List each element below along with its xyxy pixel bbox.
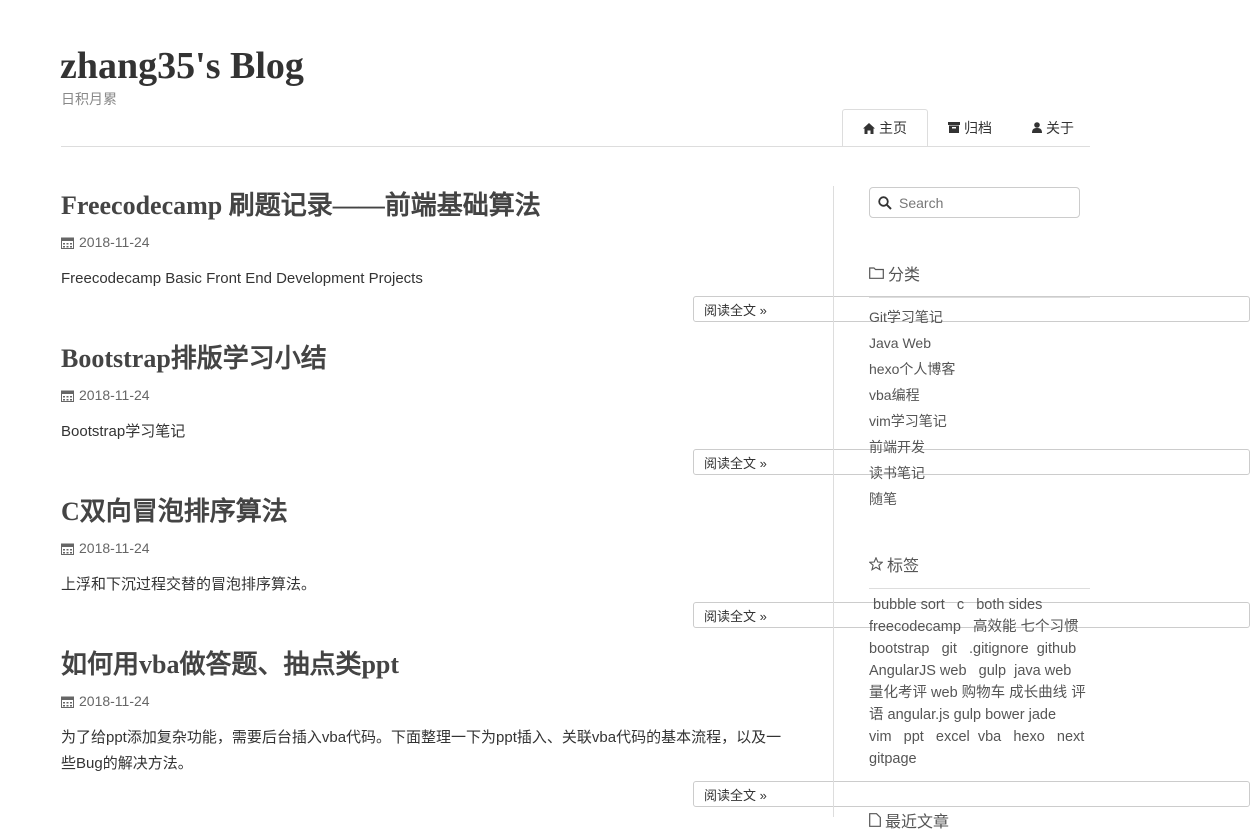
post-excerpt: 为了给ppt添加复杂功能，需要后台插入vba代码。下面整理一下为ppt插入、关联… [61, 729, 782, 772]
post-title[interactable]: C双向冒泡排序算法 [61, 496, 783, 528]
main-nav: 主页 归档 关于 [842, 109, 1094, 147]
post-excerpt: 上浮和下沉过程交替的冒泡排序算法。 [61, 576, 317, 593]
tag-link[interactable]: bubble sort [873, 597, 945, 613]
tab-about[interactable]: 关于 [1012, 109, 1094, 146]
tag-link[interactable]: both sides [976, 597, 1042, 613]
tag-link[interactable]: 高效能 七个习惯 [973, 619, 1079, 635]
tag-link[interactable]: freecodecamp [869, 619, 961, 635]
categories-heading-text: 分类 [888, 267, 921, 284]
folder-icon [869, 267, 884, 279]
search-box [869, 187, 1080, 218]
tag-link[interactable]: 量化考评 web 购物车 成长曲线 评语 angular.js gulp bow… [869, 685, 1086, 723]
category-item[interactable]: 随笔 [869, 487, 955, 513]
tag-link[interactable]: vba [978, 729, 1001, 745]
site-subtitle: 日积月累 [61, 91, 117, 107]
category-list: Git学习笔记 Java Web hexo个人博客 vba编程 vim学习笔记 … [869, 305, 955, 513]
tab-archive[interactable]: 归档 [928, 109, 1012, 146]
post-date: 2018-11-24 [61, 540, 783, 556]
recent-posts-heading-text: 最近文章 [885, 814, 950, 831]
tag-link[interactable]: java web [1014, 663, 1071, 679]
post-date: 2018-11-24 [61, 387, 783, 403]
category-item[interactable]: Git学习笔记 [869, 305, 955, 331]
tag-link[interactable]: hexo [1013, 729, 1044, 745]
calendar-icon [61, 390, 74, 402]
post-date: 2018-11-24 [61, 693, 783, 709]
post-item: C双向冒泡排序算法 2018-11-24 上浮和下沉过程交替的冒泡排序算法。 [61, 496, 783, 598]
category-item[interactable]: vba编程 [869, 383, 955, 409]
archive-icon [948, 122, 960, 133]
calendar-icon [61, 237, 74, 249]
read-more-button[interactable]: 阅读全文 » [693, 449, 1250, 475]
home-icon [863, 122, 875, 134]
calendar-icon [61, 696, 74, 708]
header-divider [61, 146, 1090, 147]
tags-heading-text: 标签 [887, 558, 920, 575]
tab-home-label: 主页 [879, 120, 907, 136]
post-date-text: 2018-11-24 [79, 540, 150, 556]
tag-link[interactable]: git [942, 641, 957, 657]
read-more-button[interactable]: 阅读全文 » [693, 781, 1250, 807]
post-excerpt: Freecodecamp Basic Front End Development… [61, 270, 423, 287]
categories-heading: 分类 [869, 261, 1090, 298]
read-more-button[interactable]: 阅读全文 » [693, 296, 1250, 322]
category-item[interactable]: Java Web [869, 331, 955, 357]
post-item: 如何用vba做答题、抽点类ppt 2018-11-24 为了给ppt添加复杂功能… [61, 649, 783, 777]
post-date-text: 2018-11-24 [79, 693, 150, 709]
search-input[interactable] [899, 194, 1069, 211]
post-date: 2018-11-24 [61, 234, 783, 250]
tag-link[interactable]: ppt [904, 729, 924, 745]
tab-home[interactable]: 主页 [842, 109, 928, 147]
tag-link[interactable]: gitpage [869, 751, 917, 767]
calendar-icon [61, 543, 74, 555]
category-item[interactable]: 读书笔记 [869, 461, 955, 487]
post-excerpt: Bootstrap学习笔记 [61, 423, 186, 440]
post-title[interactable]: 如何用vba做答题、抽点类ppt [61, 649, 783, 681]
tab-archive-label: 归档 [964, 119, 992, 136]
tag-link[interactable]: vim [869, 729, 892, 745]
content-divider [833, 186, 834, 817]
tags-heading: 标签 [869, 552, 1090, 589]
post-date-text: 2018-11-24 [79, 387, 150, 403]
tag-link[interactable]: AngularJS web [869, 663, 967, 679]
tag-link[interactable]: gulp [979, 663, 1006, 679]
post-item: Freecodecamp 刷题记录——前端基础算法 2018-11-24 Fre… [61, 190, 783, 292]
category-item[interactable]: hexo个人博客 [869, 357, 955, 383]
category-item[interactable]: vim学习笔记 [869, 409, 955, 435]
tag-link[interactable]: .gitignore [969, 641, 1029, 657]
user-icon [1032, 122, 1042, 133]
tag-cloud: bubble sort c both sides freecodecamp 高效… [869, 594, 1093, 770]
category-item[interactable]: 前端开发 [869, 435, 955, 461]
post-date-text: 2018-11-24 [79, 234, 150, 250]
tag-link[interactable]: next [1057, 729, 1084, 745]
tag-link[interactable]: excel [936, 729, 970, 745]
tag-link[interactable]: github [1037, 641, 1077, 657]
post-item: Bootstrap排版学习小结 2018-11-24 Bootstrap学习笔记 [61, 343, 783, 445]
tag-link[interactable]: bootstrap [869, 641, 929, 657]
search-icon [878, 195, 892, 210]
star-icon [869, 557, 883, 571]
tab-about-label: 关于 [1046, 119, 1074, 136]
recent-posts-heading: 最近文章 [869, 808, 949, 832]
file-icon [869, 813, 881, 827]
tag-link[interactable]: c [957, 597, 964, 613]
post-title[interactable]: Freecodecamp 刷题记录——前端基础算法 [61, 190, 783, 222]
post-title[interactable]: Bootstrap排版学习小结 [61, 343, 783, 375]
site-title[interactable]: zhang35's Blog [60, 44, 304, 88]
